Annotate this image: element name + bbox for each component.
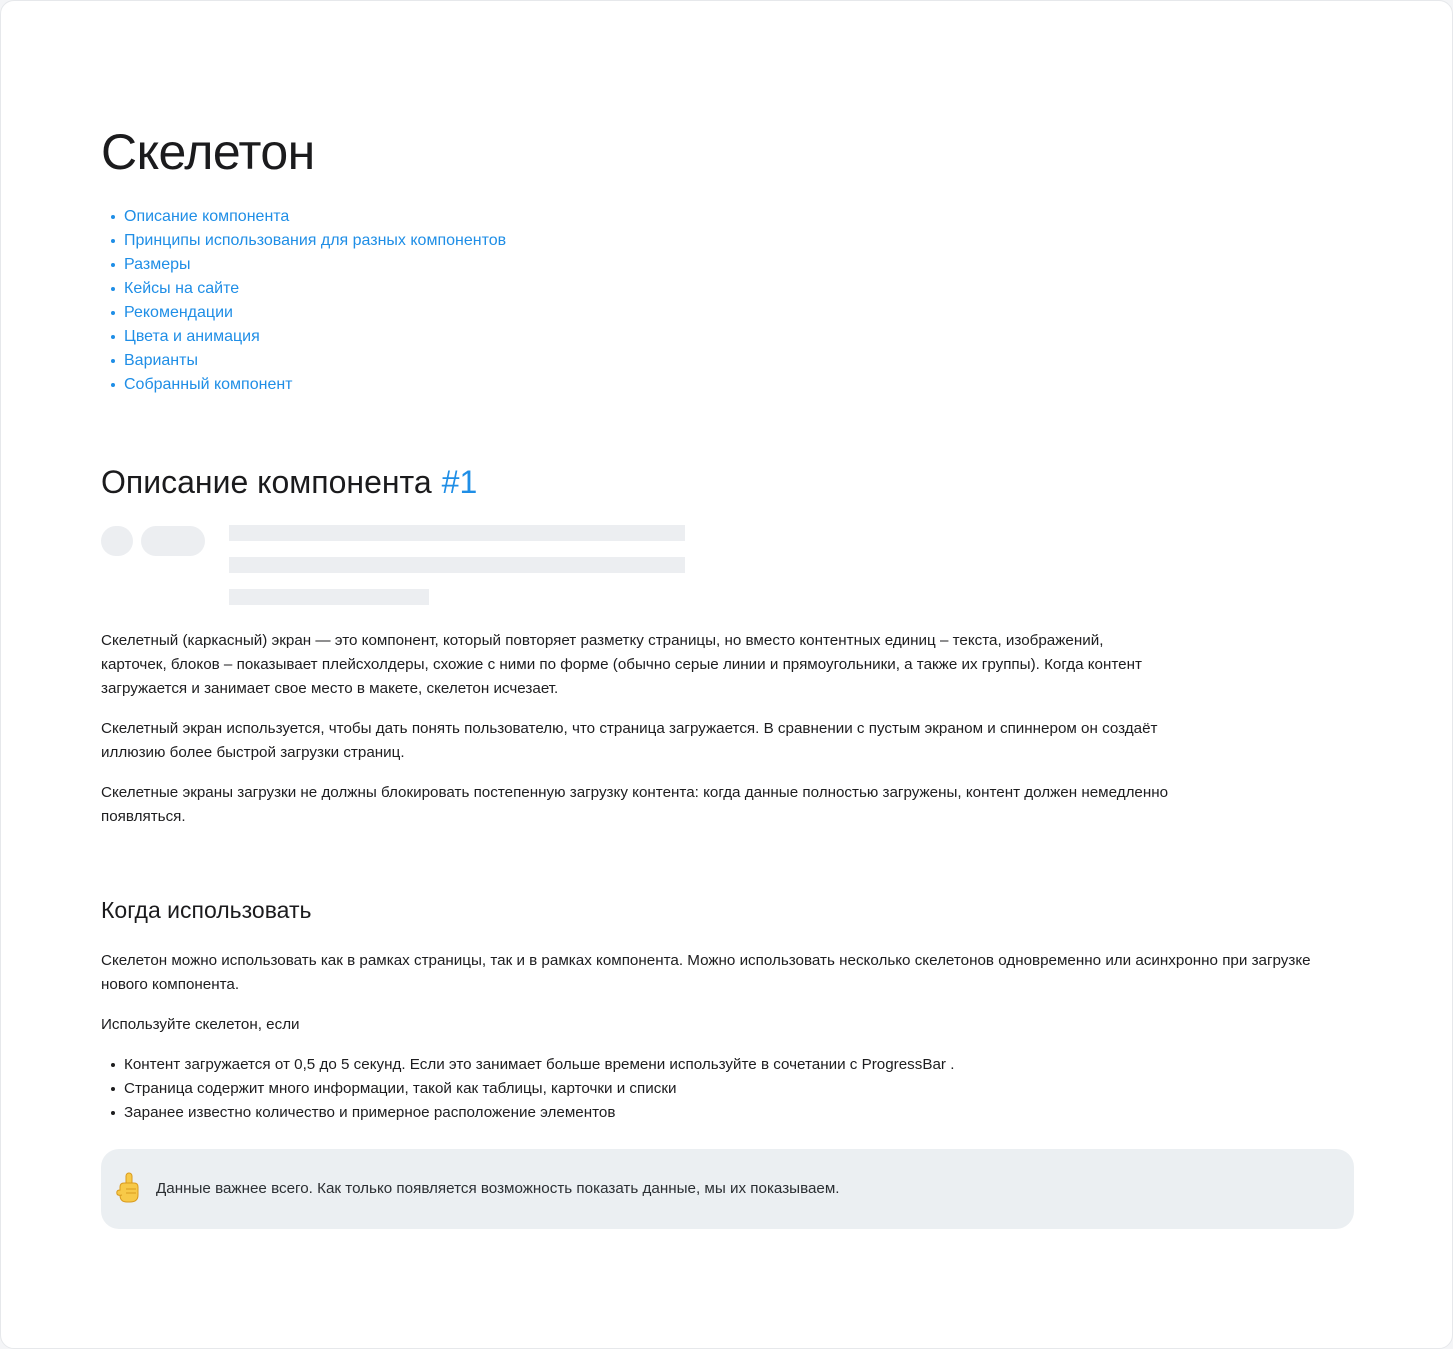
pointing-finger-icon: [113, 1171, 145, 1205]
page-title: Скелетон: [101, 124, 315, 180]
list-item: Страница содержит много информации, тако…: [106, 1077, 954, 1101]
section-anchor-link[interactable]: #1: [442, 464, 478, 500]
section-title: Описание компонента #1: [101, 459, 477, 505]
callout-text: Данные важнее всего. Как только появляет…: [156, 1180, 840, 1197]
usage-bullet-list: Контент загружается от 0,5 до 5 секунд. …: [106, 1053, 954, 1125]
list-item: Заранее известно количество и примерное …: [106, 1101, 954, 1125]
description-paragraph: Скелетные экраны загрузки не должны блок…: [101, 784, 1169, 825]
toc-item: Описание компонента: [106, 205, 506, 229]
toc-link-description[interactable]: Описание компонента: [124, 208, 289, 225]
skeleton-line-short: [229, 589, 429, 605]
toc-link-recommendations[interactable]: Рекомендации: [124, 304, 233, 321]
toc-item: Варианты: [106, 349, 506, 373]
callout-box: Данные важнее всего. Как только появляет…: [101, 1149, 1354, 1229]
description-paragraph: Скелетный экран используется, чтобы дать…: [101, 720, 1158, 761]
list-item: Контент загружается от 0,5 до 5 секунд. …: [106, 1053, 954, 1077]
skeleton-line: [229, 525, 685, 541]
toc-link-cases[interactable]: Кейсы на сайте: [124, 280, 239, 297]
toc-link-sizes[interactable]: Размеры: [124, 256, 191, 273]
table-of-contents: Описание компонента Принципы использован…: [106, 205, 506, 397]
toc-link-variants[interactable]: Варианты: [124, 352, 198, 369]
skeleton-line: [229, 557, 685, 573]
toc-item: Цвета и анимация: [106, 325, 506, 349]
toc-item: Принципы использования для разных компон…: [106, 229, 506, 253]
toc-item: Размеры: [106, 253, 506, 277]
document-page: Скелетон Описание компонента Принципы ис…: [0, 0, 1453, 1349]
section-title-text: Описание компонента: [101, 464, 432, 500]
usage-intro-paragraph: Скелетон можно использовать как в рамках…: [101, 952, 1311, 993]
toc-link-colors-animation[interactable]: Цвета и анимация: [124, 328, 260, 345]
toc-link-assembled[interactable]: Собранный компонент: [124, 376, 293, 393]
usage-lead-paragraph: Используйте скелетон, если: [101, 1016, 300, 1033]
skeleton-circle: [101, 526, 133, 556]
toc-item: Собранный компонент: [106, 373, 506, 397]
toc-item: Рекомендации: [106, 301, 506, 325]
skeleton-pill: [141, 526, 205, 556]
toc-link-principles[interactable]: Принципы использования для разных компон…: [124, 232, 506, 249]
subsection-title: Когда использовать: [101, 897, 312, 923]
toc-item: Кейсы на сайте: [106, 277, 506, 301]
description-paragraph: Скелетный (каркасный) экран — это компон…: [101, 632, 1142, 697]
